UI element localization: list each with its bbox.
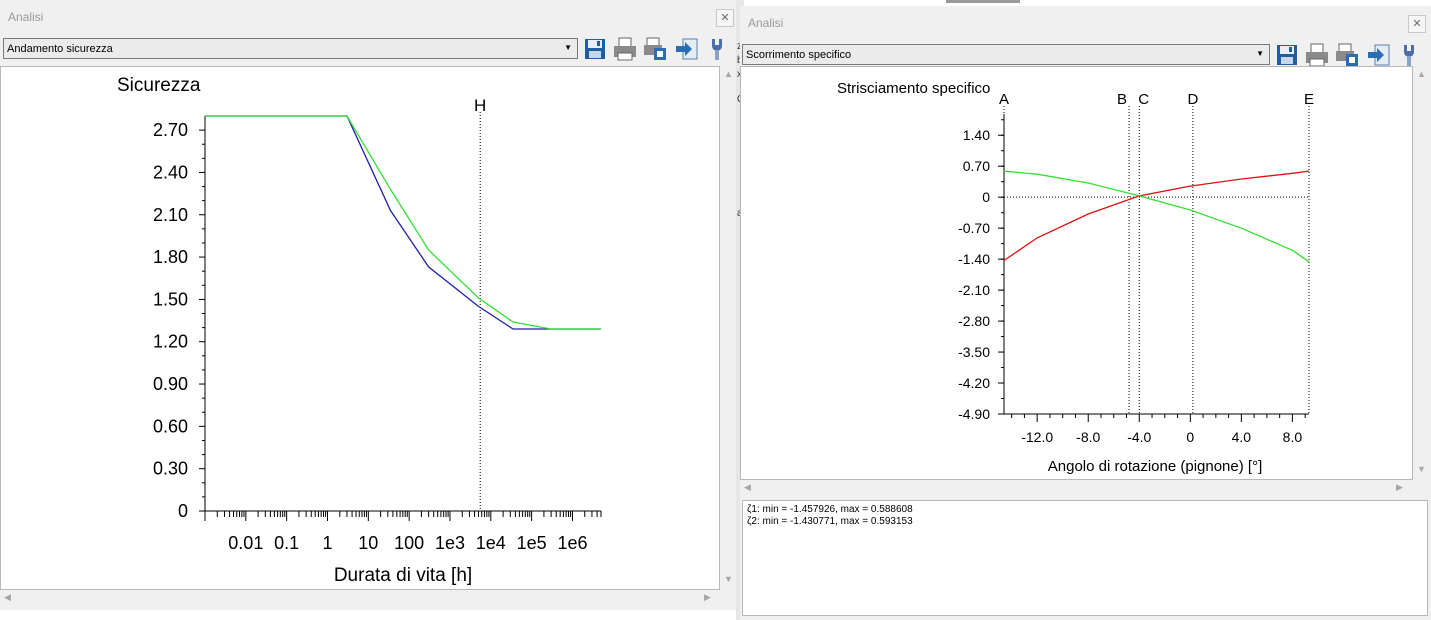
result-log-panel: ζ1: min = -1.457926, max = 0.588608 ζ2: …	[742, 500, 1428, 616]
y-tick-label: -4.90	[958, 406, 990, 422]
series-line-1	[1003, 170, 1310, 262]
series-line-1	[205, 115, 601, 330]
x-tick-label: 1e3	[435, 533, 465, 553]
marker-label-a: A	[999, 91, 1009, 108]
y-tick-label: 2.70	[153, 120, 188, 140]
print-icon[interactable]	[612, 36, 638, 62]
log-line: ζ2: min = -1.430771, max = 0.593153	[747, 516, 913, 527]
y-tick-label: -4.20	[958, 375, 990, 391]
y-tick-label: 0.90	[153, 374, 188, 394]
x-tick-label: -4.0	[1127, 429, 1151, 445]
scroll-down-icon[interactable]: ▼	[724, 574, 733, 584]
export-icon[interactable]	[674, 36, 700, 62]
marker-label-d: D	[1187, 91, 1198, 108]
x-axis-label: Angolo di rotazione (pignone) [°]	[1048, 458, 1262, 475]
x-tick-label: 1	[322, 533, 332, 553]
specific-sliding-chart-area: Strisciamento specifico Angolo di rotazi…	[740, 66, 1413, 480]
print-preview-icon[interactable]	[642, 36, 668, 62]
export-icon[interactable]	[1366, 42, 1392, 68]
x-tick-label: -8.0	[1076, 429, 1100, 445]
dropdown-selected-value: Scorrimento specifico	[746, 49, 852, 61]
right-horizontal-scrollbar[interactable]: ◀ ▶	[740, 480, 1413, 494]
x-tick-label: 8.0	[1283, 429, 1303, 445]
right-window-title: Analisi	[748, 16, 784, 30]
y-tick-label: 0.30	[153, 459, 188, 479]
y-tick-label: 0	[982, 189, 990, 205]
left-title-bar: Analisi ✕	[0, 0, 736, 30]
y-tick-label: 1.80	[153, 247, 188, 267]
right-toolbar	[1274, 42, 1424, 68]
settings-icon[interactable]	[1396, 42, 1422, 68]
y-tick-label: 2.40	[153, 162, 188, 182]
chart-title: Strisciamento specifico	[837, 80, 990, 97]
y-tick-label: -2.80	[958, 313, 990, 329]
y-tick-label: 2.10	[153, 205, 188, 225]
specific-sliding-chart: Strisciamento specifico Angolo di rotazi…	[837, 80, 1314, 475]
chart-title: Sicurezza	[117, 75, 201, 96]
left-analysis-window: Analisi ✕ Andamento sicurezza ▼ Sicurezz…	[0, 0, 736, 610]
marker-label-e: E	[1304, 91, 1314, 108]
print-icon[interactable]	[1304, 42, 1330, 68]
safety-chart: Sicurezza Durata di vita [h] 0 0.30 0.60 0.…	[117, 75, 602, 586]
analysis-type-dropdown[interactable]: Andamento sicurezza ▼	[3, 38, 578, 59]
series-line-2	[205, 115, 601, 330]
right-analysis-window: Analisi ✕ Scorrimento specifico ▼ Strisc…	[740, 6, 1431, 620]
close-icon[interactable]: ✕	[1408, 15, 1426, 33]
safety-chart-area: Sicurezza Durata di vita [h] 0 0.30 0.60 0.…	[0, 66, 720, 590]
scroll-right-icon[interactable]: ▶	[704, 592, 711, 603]
y-tick-label: 1.20	[153, 332, 188, 352]
x-tick-label: 100	[394, 533, 424, 553]
left-horizontal-scrollbar[interactable]: ◀ ▶	[0, 590, 720, 604]
y-tick-label: 1.50	[153, 289, 188, 309]
x-tick-label: 0	[1186, 429, 1194, 445]
x-tick-label: 10	[358, 533, 378, 553]
scroll-left-icon[interactable]: ◀	[4, 592, 11, 603]
right-vertical-scrollbar[interactable]: ▲ ▼	[1413, 66, 1429, 480]
x-tick-label: 0.01	[228, 533, 263, 553]
close-icon[interactable]: ✕	[716, 9, 734, 27]
x-axis-label: Durata di vita [h]	[334, 565, 472, 586]
y-tick-label: 0.60	[153, 416, 188, 436]
y-tick-label: 1.40	[963, 127, 990, 143]
print-preview-icon[interactable]	[1334, 42, 1360, 68]
y-tick-label: 0.70	[963, 158, 990, 174]
chevron-down-icon: ▼	[564, 43, 572, 52]
x-tick-label: 1e4	[476, 533, 506, 553]
scroll-left-icon[interactable]: ◀	[744, 482, 751, 493]
left-vertical-scrollbar[interactable]: ▲ ▼	[720, 66, 736, 590]
marker-label-c: C	[1138, 91, 1149, 108]
save-icon[interactable]	[582, 36, 608, 62]
settings-icon[interactable]	[704, 36, 730, 62]
chevron-down-icon: ▼	[1256, 49, 1264, 58]
left-toolbar	[582, 36, 732, 62]
y-tick-label: -3.50	[958, 344, 990, 360]
y-tick-label: -1.40	[958, 251, 990, 267]
x-tick-label: 1e6	[557, 533, 587, 553]
y-tick-label: -0.70	[958, 220, 990, 236]
dropdown-selected-value: Andamento sicurezza	[7, 43, 113, 55]
analysis-type-dropdown[interactable]: Scorrimento specifico ▼	[742, 44, 1270, 65]
marker-label-b: B	[1117, 91, 1127, 108]
scroll-right-icon[interactable]: ▶	[1396, 482, 1403, 493]
right-title-bar: Analisi ✕	[740, 6, 1431, 36]
y-tick-label: -2.10	[958, 282, 990, 298]
x-tick-label: 4.0	[1232, 429, 1252, 445]
scroll-down-icon[interactable]: ▼	[1417, 464, 1426, 474]
marker-label-h: H	[474, 96, 486, 115]
x-tick-label: 0.1	[274, 533, 299, 553]
scroll-up-icon[interactable]: ▲	[1417, 69, 1426, 79]
save-icon[interactable]	[1274, 42, 1300, 68]
log-line: ζ1: min = -1.457926, max = 0.588608	[747, 504, 913, 515]
series-line-2	[1003, 170, 1310, 263]
x-tick-label: 1e5	[517, 533, 547, 553]
left-window-title: Analisi	[8, 10, 44, 24]
x-tick-label: -12.0	[1021, 429, 1053, 445]
y-tick-label: 0	[178, 501, 188, 521]
background-strip	[946, 0, 1020, 3]
scroll-up-icon[interactable]: ▲	[724, 69, 733, 79]
